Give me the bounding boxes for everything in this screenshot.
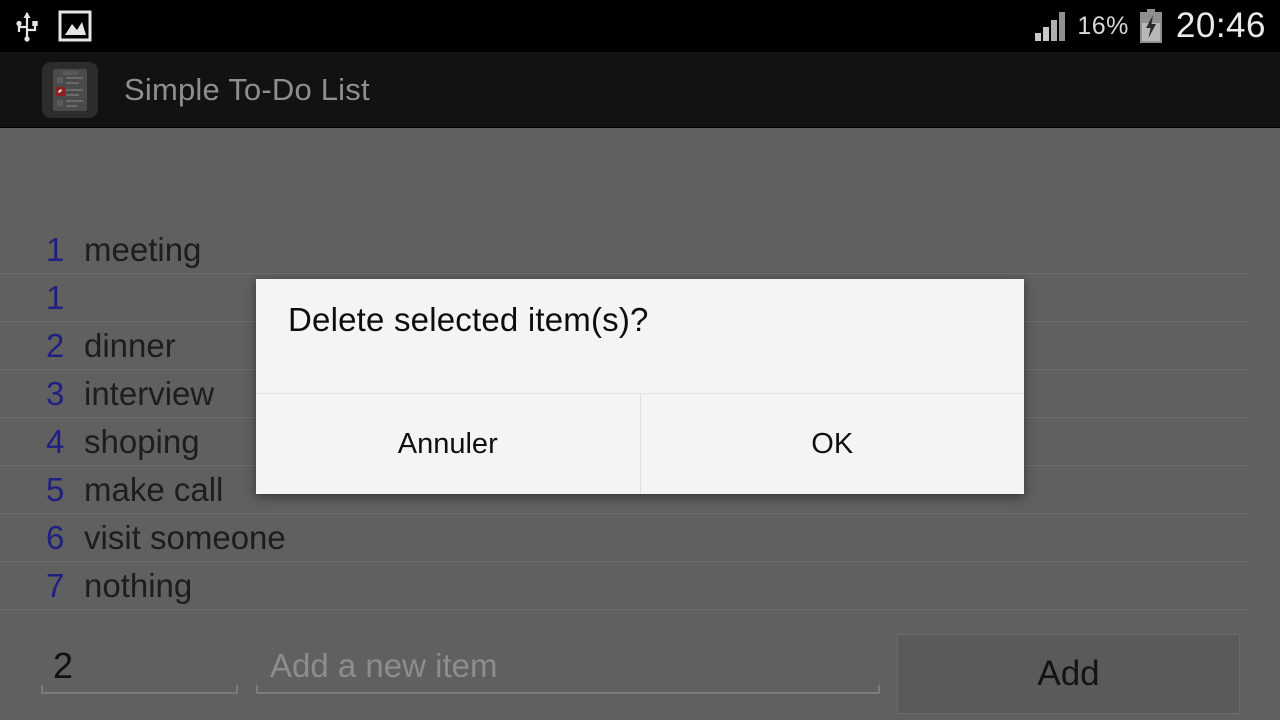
todo-list-app-icon xyxy=(42,61,98,118)
clock-label: 20:46 xyxy=(1175,6,1266,45)
status-bar-right-icons: 16% 20:46 xyxy=(1034,6,1266,46)
signal-icon xyxy=(1034,11,1068,41)
list-item-text: make call xyxy=(84,471,224,508)
dialog-button-row: Annuler OK xyxy=(256,393,1024,494)
list-item-number: 7 xyxy=(46,567,65,604)
list-item-number: 2 xyxy=(46,327,65,364)
quantity-input[interactable]: 2 xyxy=(41,640,238,694)
list-item-number: 1 xyxy=(46,279,65,316)
new-item-input-placeholder: Add a new item xyxy=(270,647,498,684)
ok-button[interactable]: OK xyxy=(641,394,1025,494)
status-bar: 16% 20:46 xyxy=(0,0,1280,52)
list-item-text: shoping xyxy=(84,423,200,460)
status-bar-left-icons xyxy=(14,10,92,42)
bottom-input-bar: 2 Add a new item Add xyxy=(0,631,1280,720)
new-item-input[interactable]: Add a new item xyxy=(256,640,880,694)
battery-charging-icon xyxy=(1138,9,1164,43)
list-item-text: interview xyxy=(84,375,215,412)
list-item[interactable]: 1 meeting xyxy=(0,226,1280,274)
screenshot-image-icon xyxy=(58,10,92,42)
list-item-text: visit someone xyxy=(84,519,286,556)
app-title: Simple To-Do List xyxy=(124,71,370,107)
app-bar: Simple To-Do List xyxy=(0,52,1280,128)
usb-icon xyxy=(14,10,40,42)
add-button[interactable]: Add xyxy=(897,634,1240,714)
battery-percent-label: 16% xyxy=(1077,11,1129,40)
phone-screen: 16% 20:46 Simple To-Do List 1 meeting 1 … xyxy=(0,0,1280,720)
list-item-number: 1 xyxy=(46,231,65,268)
list-item-number: 3 xyxy=(46,375,65,412)
list-item-text: dinner xyxy=(84,327,176,364)
dialog-title: Delete selected item(s)? xyxy=(288,301,649,338)
list-item-text: nothing xyxy=(84,567,193,604)
list-item-number: 5 xyxy=(46,471,65,508)
list-item[interactable]: 7 nothing xyxy=(0,562,1280,610)
list-item[interactable]: 6 visit someone xyxy=(0,514,1280,562)
list-item-text: meeting xyxy=(84,231,202,268)
cancel-button[interactable]: Annuler xyxy=(256,394,641,494)
list-item-number: 4 xyxy=(46,423,65,460)
quantity-input-value: 2 xyxy=(53,645,74,686)
delete-confirmation-dialog: Delete selected item(s)? Annuler OK xyxy=(256,279,1024,494)
list-item-number: 6 xyxy=(46,519,65,556)
